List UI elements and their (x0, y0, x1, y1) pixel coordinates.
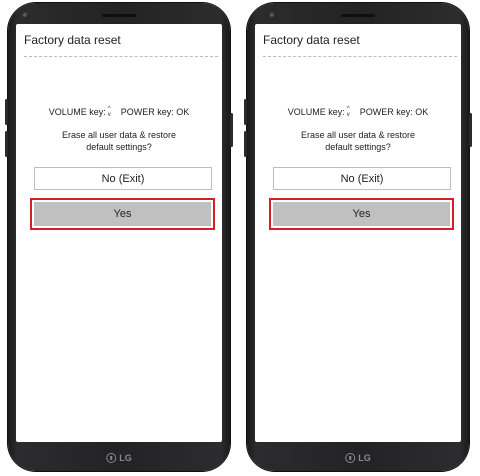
lg-logo-icon (106, 453, 117, 463)
power-key-label: POWER key: OK (120, 107, 190, 117)
no-exit-button[interactable]: No (Exit) (273, 167, 451, 190)
confirm-prompt: Erase all user data & restore default se… (16, 129, 222, 153)
phone-right: Factory data reset VOLUME key: ^ v POWER… (244, 3, 472, 471)
key-instructions: VOLUME key: ^ v POWER key: OK (16, 106, 222, 118)
volume-key-label: VOLUME key: (287, 107, 345, 117)
no-exit-button[interactable]: No (Exit) (34, 167, 212, 190)
yes-button[interactable]: Yes (34, 202, 211, 226)
yes-button[interactable]: Yes (273, 202, 450, 226)
prompt-line-2: default settings? (325, 142, 391, 152)
brand-text: LG (119, 453, 132, 463)
lg-logo-icon (345, 453, 356, 463)
power-side-button (469, 113, 472, 147)
prompt-line-2: default settings? (86, 142, 152, 152)
up-down-arrows-icon: ^ v (346, 106, 350, 118)
front-camera-icon (22, 12, 29, 19)
earpiece-speaker (341, 14, 375, 17)
volume-key-instruction: VOLUME key: ^ v (49, 106, 111, 118)
power-side-button (230, 113, 233, 147)
yes-highlight-outline: Yes (269, 198, 454, 230)
key-instructions: VOLUME key: ^ v POWER key: OK (255, 106, 461, 118)
prompt-line-1: Erase all user data & restore (61, 130, 177, 140)
earpiece-speaker (102, 14, 136, 17)
title-divider (263, 56, 457, 57)
recovery-screen: Factory data reset VOLUME key: ^ v POWER… (16, 24, 222, 442)
prompt-line-1: Erase all user data & restore (300, 130, 416, 140)
brand-text: LG (358, 453, 371, 463)
power-key-label: POWER key: OK (359, 107, 429, 117)
page-title: Factory data reset (263, 33, 360, 47)
volume-up-side-button (244, 99, 247, 125)
volume-key-label: VOLUME key: (48, 107, 106, 117)
up-down-arrows-icon: ^ v (107, 106, 111, 118)
title-divider (24, 56, 218, 57)
yes-highlight-outline: Yes (30, 198, 215, 230)
brand-logo: LG (106, 453, 132, 463)
volume-down-side-button (244, 131, 247, 157)
recovery-screen: Factory data reset VOLUME key: ^ v POWER… (255, 24, 461, 442)
page-title: Factory data reset (24, 33, 121, 47)
volume-down-side-button (5, 131, 8, 157)
phone-left: Factory data reset VOLUME key: ^ v POWER… (5, 3, 233, 471)
brand-logo: LG (345, 453, 371, 463)
confirm-prompt: Erase all user data & restore default se… (255, 129, 461, 153)
volume-up-side-button (5, 99, 8, 125)
front-camera-icon (269, 12, 276, 19)
volume-key-instruction: VOLUME key: ^ v (288, 106, 350, 118)
